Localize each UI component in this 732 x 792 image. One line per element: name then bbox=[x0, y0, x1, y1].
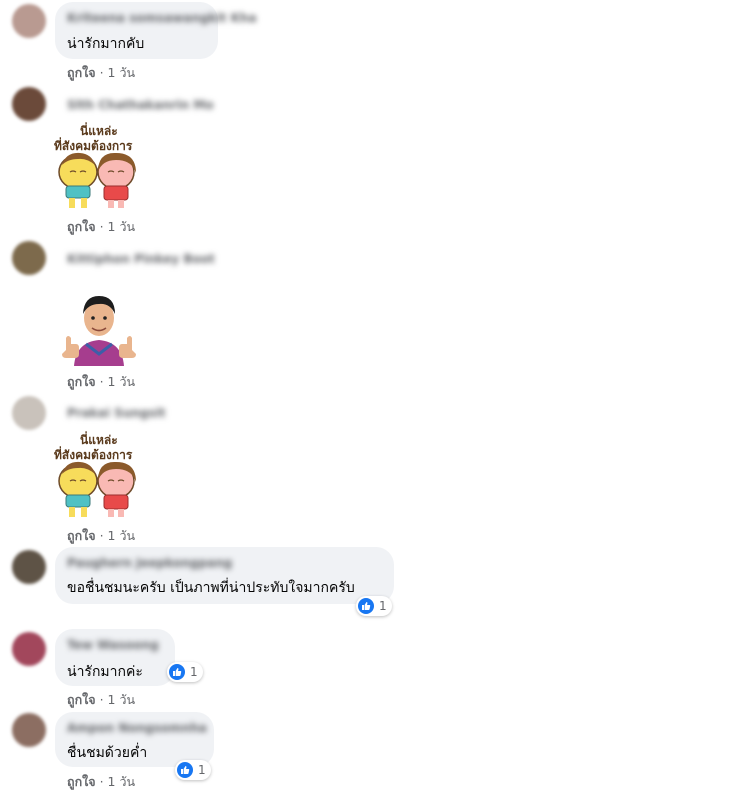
reaction-badge[interactable]: 1 bbox=[356, 596, 392, 616]
like-link[interactable]: ถูกใจ bbox=[67, 692, 96, 707]
comment-author[interactable]: Ampon Nongsomnha bbox=[67, 721, 207, 735]
comment-meta: ถูกใจ · 1 วัน bbox=[67, 217, 135, 237]
reaction-badge[interactable]: 1 bbox=[167, 662, 203, 682]
comment-meta: ถูกใจ · 1 วัน bbox=[67, 526, 135, 546]
reaction-count: 1 bbox=[198, 763, 206, 777]
sticker: นี่แหล่ะ ที่สังคมต้องการ bbox=[52, 120, 144, 212]
comment-bubble: Kriteena somsawangkit Kha น่ารักมากคับ bbox=[55, 2, 257, 59]
comment-text: ชื่นชมด้วยค่ำ bbox=[67, 745, 148, 761]
comment-time[interactable]: 1 วัน bbox=[108, 692, 136, 707]
avatar[interactable] bbox=[12, 241, 46, 275]
sticker-caption-2: ที่สังคมต้องการ bbox=[54, 448, 133, 462]
avatar[interactable] bbox=[12, 550, 46, 584]
meta-separator: · bbox=[99, 219, 104, 234]
comment-time[interactable]: 1 วัน bbox=[108, 774, 136, 789]
avatar[interactable] bbox=[12, 713, 46, 747]
comment-time[interactable]: 1 วัน bbox=[108, 528, 136, 543]
comment-time[interactable]: 1 วัน bbox=[108, 219, 136, 234]
comment-bubble: Tew Wasoong น่ารักมากค่ะ bbox=[55, 629, 175, 686]
meta-separator: · bbox=[99, 692, 104, 707]
comment-author[interactable]: Prakai Sungsit bbox=[67, 406, 166, 420]
avatar[interactable] bbox=[12, 396, 46, 430]
comment-author[interactable]: Kittiphon Pinkey Boot bbox=[67, 252, 215, 266]
comment-author[interactable]: Tew Wasoong bbox=[67, 638, 159, 652]
comment-author[interactable]: Kriteena somsawangkit Kha bbox=[67, 11, 257, 25]
comment-text: น่ารักมากคับ bbox=[67, 36, 145, 52]
comment-text: น่ารักมากค่ะ bbox=[67, 664, 143, 680]
comment-author[interactable]: Slth Chathakanrin Mo bbox=[67, 98, 214, 112]
comment-meta: ถูกใจ · 1 วัน bbox=[67, 372, 135, 392]
meta-separator: · bbox=[99, 528, 104, 543]
comment-time[interactable]: 1 วัน bbox=[108, 65, 136, 80]
meta-separator: · bbox=[99, 374, 104, 389]
meta-separator: · bbox=[99, 774, 104, 789]
like-link[interactable]: ถูกใจ bbox=[67, 374, 96, 389]
thumbs-up-avatar-icon bbox=[62, 296, 136, 366]
comment-meta: ถูกใจ · 1 วัน bbox=[67, 63, 135, 83]
sticker: นี่แหล่ะ ที่สังคมต้องการ bbox=[52, 429, 144, 521]
comment-author[interactable]: Paughern Jeepkongpang bbox=[67, 556, 232, 570]
comment-text: ขอชื่นชมนะครับ เป็นภาพที่น่าประทับใจมากค… bbox=[67, 580, 355, 596]
reaction-count: 1 bbox=[379, 599, 387, 613]
thumbs-up-icon bbox=[169, 664, 185, 680]
comment-bubble: Ampon Nongsomnha ชื่นชมด้วยค่ำ bbox=[55, 712, 214, 767]
like-link[interactable]: ถูกใจ bbox=[67, 65, 96, 80]
meta-separator: · bbox=[99, 65, 104, 80]
comment-meta: ถูกใจ · 1 วัน bbox=[67, 690, 135, 710]
avatar[interactable] bbox=[12, 87, 46, 121]
comment-time[interactable]: 1 วัน bbox=[108, 374, 136, 389]
like-link[interactable]: ถูกใจ bbox=[67, 774, 96, 789]
reaction-badge[interactable]: 1 bbox=[175, 760, 211, 780]
sticker bbox=[58, 288, 140, 366]
thumbs-up-icon bbox=[177, 762, 193, 778]
comment-meta: ถูกใจ · 1 วัน bbox=[67, 772, 135, 792]
comment-bubble: Paughern Jeepkongpang ขอชื่นชมนะครับ เป็… bbox=[55, 547, 394, 604]
like-link[interactable]: ถูกใจ bbox=[67, 219, 96, 234]
reaction-count: 1 bbox=[190, 665, 198, 679]
avatar[interactable] bbox=[12, 632, 46, 666]
thumbs-up-icon bbox=[358, 598, 374, 614]
like-link[interactable]: ถูกใจ bbox=[67, 528, 96, 543]
avatar[interactable] bbox=[12, 4, 46, 38]
sticker-caption-2: ที่สังคมต้องการ bbox=[54, 139, 133, 153]
